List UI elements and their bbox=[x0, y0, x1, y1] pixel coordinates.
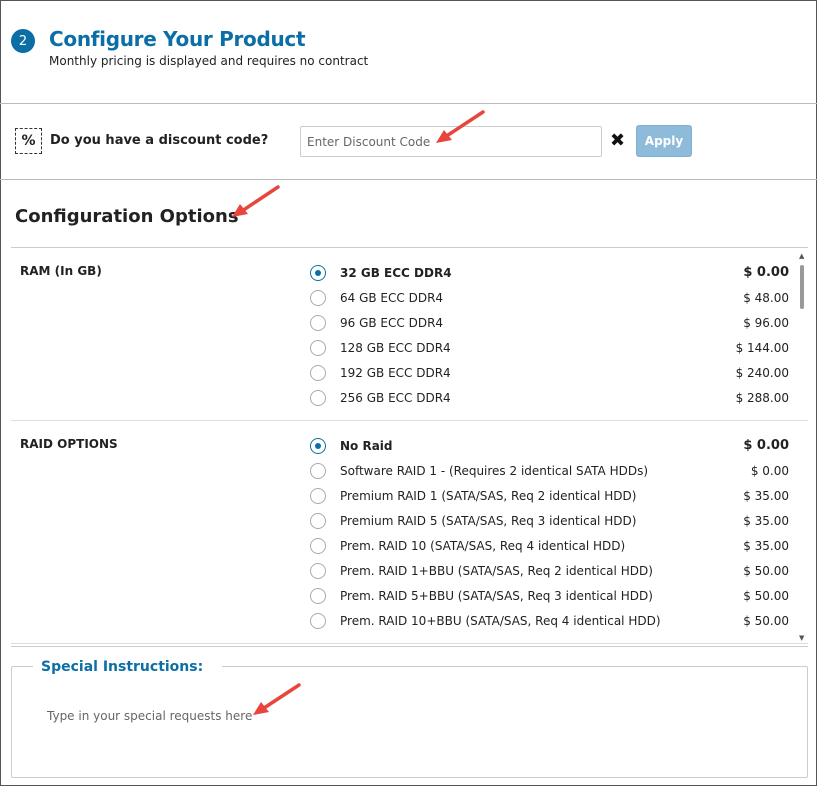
option-row[interactable]: No Raid $ 0.00 bbox=[310, 433, 789, 458]
option-label[interactable]: Prem. RAID 10+BBU (SATA/SAS, Req 4 ident… bbox=[340, 614, 661, 628]
option-row[interactable]: Premium RAID 1 (SATA/SAS, Req 2 identica… bbox=[310, 483, 789, 508]
radio-button[interactable] bbox=[310, 314, 326, 331]
option-row[interactable]: Prem. RAID 10+BBU (SATA/SAS, Req 4 ident… bbox=[310, 608, 789, 633]
radio-button[interactable] bbox=[310, 289, 326, 306]
option-label[interactable]: Premium RAID 5 (SATA/SAS, Req 3 identica… bbox=[340, 514, 636, 528]
radio-button[interactable] bbox=[310, 612, 326, 629]
radio-button[interactable] bbox=[310, 264, 326, 281]
option-row[interactable]: 192 GB ECC DDR4 $ 240.00 bbox=[310, 360, 789, 385]
option-label[interactable]: Prem. RAID 10 (SATA/SAS, Req 4 identical… bbox=[340, 539, 625, 553]
clear-icon[interactable]: ✖ bbox=[610, 131, 625, 151]
option-price: $ 35.00 bbox=[743, 488, 789, 503]
config-group: RAM (In GB) 32 GB ECC DDR4 $ 0.00 64 GB ECC… bbox=[11, 248, 808, 421]
option-row[interactable]: Prem. RAID 10 (SATA/SAS, Req 4 identical… bbox=[310, 533, 789, 558]
option-row[interactable]: Software RAID 1 - (Requires 2 identical … bbox=[310, 458, 789, 483]
scroll-up-arrow-icon[interactable]: ▲ bbox=[799, 252, 804, 260]
radio-button[interactable] bbox=[310, 537, 326, 554]
annotation-arrow-icon bbox=[436, 110, 485, 143]
radio-button[interactable] bbox=[310, 587, 326, 604]
option-label[interactable]: 128 GB ECC DDR4 bbox=[340, 341, 451, 355]
option-price: $ 0.00 bbox=[750, 463, 789, 478]
option-label[interactable]: 256 GB ECC DDR4 bbox=[340, 391, 451, 405]
config-group-label: RAID OPTIONS bbox=[20, 437, 118, 451]
radio-button[interactable] bbox=[310, 437, 326, 454]
config-options-panel[interactable]: RAM (In GB) 32 GB ECC DDR4 $ 0.00 64 GB ECC… bbox=[11, 248, 808, 646]
option-label[interactable]: Software RAID 1 - (Requires 2 identical … bbox=[340, 464, 648, 478]
option-price: $ 35.00 bbox=[743, 538, 789, 553]
option-price: $ 96.00 bbox=[743, 315, 789, 330]
option-row[interactable]: Prem. RAID 5+BBU (SATA/SAS, Req 3 identi… bbox=[310, 583, 789, 608]
config-options-title: Configuration Options bbox=[15, 206, 239, 227]
scroll-down-arrow-icon[interactable]: ▼ bbox=[799, 634, 804, 642]
option-price: $ 240.00 bbox=[735, 365, 789, 380]
divider bbox=[0, 179, 817, 180]
scrollbar[interactable]: ▲ ▼ bbox=[797, 250, 807, 646]
option-label[interactable]: No Raid bbox=[340, 439, 393, 453]
option-price: $ 144.00 bbox=[735, 340, 789, 355]
option-price: $ 50.00 bbox=[743, 613, 789, 628]
radio-button[interactable] bbox=[310, 462, 326, 479]
annotation-arrow-icon bbox=[253, 683, 301, 715]
config-group: RAID OPTIONS No Raid $ 0.00 Software RAID 1… bbox=[11, 421, 808, 644]
radio-button[interactable] bbox=[310, 389, 326, 406]
option-label[interactable]: 64 GB ECC DDR4 bbox=[340, 291, 443, 305]
option-label[interactable]: Prem. RAID 1+BBU (SATA/SAS, Req 2 identi… bbox=[340, 564, 653, 578]
page-subtitle: Monthly pricing is displayed and require… bbox=[49, 54, 369, 68]
option-price: $ 0.00 bbox=[743, 438, 789, 453]
option-label[interactable]: 32 GB ECC DDR4 bbox=[340, 266, 452, 280]
option-row[interactable]: 96 GB ECC DDR4 $ 96.00 bbox=[310, 310, 789, 335]
radio-button[interactable] bbox=[310, 512, 326, 529]
annotation-arrow-icon bbox=[232, 185, 280, 217]
divider bbox=[11, 646, 808, 647]
option-price: $ 288.00 bbox=[735, 390, 789, 405]
option-price: $ 50.00 bbox=[743, 588, 789, 603]
config-group-label: RAM (In GB) bbox=[20, 264, 102, 278]
option-row[interactable]: Premium RAID 5 (SATA/SAS, Req 3 identica… bbox=[310, 508, 789, 533]
radio-button[interactable] bbox=[310, 487, 326, 504]
option-row[interactable]: Prem. RAID 1+BBU (SATA/SAS, Req 2 identi… bbox=[310, 558, 789, 583]
percent-tag-icon: % bbox=[15, 128, 42, 154]
radio-button[interactable] bbox=[310, 339, 326, 356]
option-row[interactable]: 64 GB ECC DDR4 $ 48.00 bbox=[310, 285, 789, 310]
divider bbox=[0, 103, 817, 104]
option-list: 32 GB ECC DDR4 $ 0.00 64 GB ECC DDR4 $ 48.0… bbox=[310, 248, 789, 420]
special-instructions-placeholder: Type in your special requests here bbox=[47, 709, 253, 723]
option-price: $ 0.00 bbox=[743, 265, 789, 280]
option-row[interactable]: 128 GB ECC DDR4 $ 144.00 bbox=[310, 335, 789, 360]
option-label[interactable]: Premium RAID 1 (SATA/SAS, Req 2 identica… bbox=[340, 489, 636, 503]
discount-label: Do you have a discount code? bbox=[50, 133, 269, 148]
apply-button[interactable]: Apply bbox=[636, 125, 692, 157]
option-price: $ 35.00 bbox=[743, 513, 789, 528]
radio-button[interactable] bbox=[310, 562, 326, 579]
option-label[interactable]: Prem. RAID 5+BBU (SATA/SAS, Req 3 identi… bbox=[340, 589, 653, 603]
option-row[interactable]: 256 GB ECC DDR4 $ 288.00 bbox=[310, 385, 789, 410]
option-row[interactable]: 32 GB ECC DDR4 $ 0.00 bbox=[310, 260, 789, 285]
step-badge: 2 bbox=[11, 29, 35, 53]
special-instructions-legend: Special Instructions: bbox=[33, 659, 223, 675]
option-list: No Raid $ 0.00 Software RAID 1 - (Requires… bbox=[310, 421, 789, 643]
radio-button[interactable] bbox=[310, 364, 326, 381]
option-label[interactable]: 96 GB ECC DDR4 bbox=[340, 316, 443, 330]
option-price: $ 48.00 bbox=[743, 290, 789, 305]
page-title: Configure Your Product bbox=[49, 27, 306, 51]
scroll-thumb[interactable] bbox=[800, 265, 804, 309]
option-price: $ 50.00 bbox=[743, 563, 789, 578]
option-label[interactable]: 192 GB ECC DDR4 bbox=[340, 366, 451, 380]
